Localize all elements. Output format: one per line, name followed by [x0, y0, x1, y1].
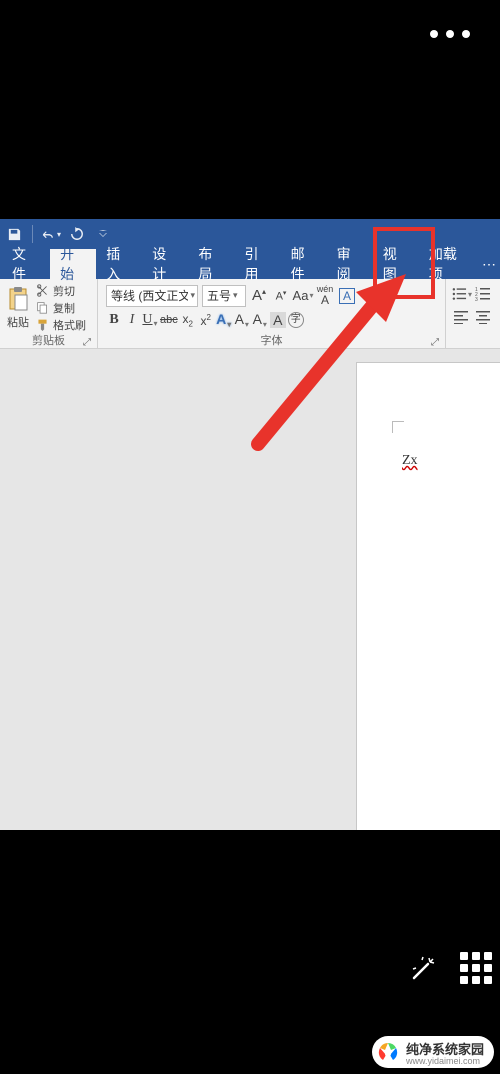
phonetic-guide-button[interactable]: wénA [316, 286, 334, 306]
text-effects-button[interactable]: A▾ [216, 311, 232, 330]
brush-icon [36, 318, 49, 331]
char-border-button[interactable]: A [338, 286, 356, 306]
margin-corner-mark [392, 421, 404, 433]
save-icon [7, 227, 22, 242]
numbering-icon: 123 [475, 287, 491, 301]
tab-home[interactable]: 开始 [50, 249, 96, 279]
chevron-down-icon [98, 229, 108, 239]
paste-button[interactable]: 粘贴 [4, 281, 32, 332]
scissors-icon [36, 284, 49, 297]
highlight-button[interactable]: A▾ [234, 311, 250, 330]
app-grid-button[interactable] [460, 952, 492, 984]
align-left-icon [454, 310, 470, 324]
document-canvas[interactable]: Zx [0, 349, 500, 830]
cut-label: 剪切 [53, 283, 75, 299]
bullets-icon [452, 287, 467, 301]
font-name-value: 等线 (西文正文) [111, 287, 188, 304]
copy-label: 复制 [53, 300, 75, 316]
paste-icon [7, 286, 29, 312]
format-painter-button[interactable]: 格式刷 [36, 317, 86, 332]
more-menu-dots[interactable] [430, 30, 470, 38]
tab-review[interactable]: 审阅 [327, 249, 373, 279]
redo-button[interactable] [67, 224, 87, 244]
tab-overflow[interactable]: ⋯ [478, 249, 500, 279]
phone-status-area [0, 0, 500, 219]
tab-layout[interactable]: 布局 [188, 249, 234, 279]
tab-view[interactable]: 视图 [373, 249, 419, 279]
tab-references[interactable]: 引用 [234, 249, 280, 279]
font-size-value: 五号 [207, 287, 231, 304]
grow-font-button[interactable]: A▴ [250, 286, 268, 306]
numbering-button[interactable]: 123 [473, 284, 493, 304]
tab-file[interactable]: 文件 [0, 249, 50, 279]
bold-button[interactable]: B [106, 312, 122, 328]
group-font: 等线 (西文正文)▾ 五号▾ A▴ A▾ Aa▾ wénA A B I U▾ a… [98, 279, 446, 348]
align-center-button[interactable] [473, 307, 493, 327]
copy-button[interactable]: 复制 [36, 300, 86, 315]
align-left-button[interactable] [452, 307, 472, 327]
shrink-font-button[interactable]: A▾ [272, 286, 290, 306]
watermark-url: www.yidaimei.com [406, 1056, 484, 1066]
font-name-combo[interactable]: 等线 (西文正文)▾ [106, 285, 198, 307]
font-size-combo[interactable]: 五号▾ [202, 285, 246, 307]
change-case-button[interactable]: Aa▾ [294, 286, 312, 306]
watermark-logo-icon [376, 1040, 400, 1064]
subscript-button[interactable]: x2 [180, 312, 196, 328]
ribbon-tabs: 文件 开始 插入 设计 布局 引用 邮件 审阅 视图 加载项 ⋯ [0, 249, 500, 279]
undo-icon [41, 227, 56, 241]
font-color-button[interactable]: A▾ [252, 311, 268, 330]
watermark-badge: 纯净系统家园 www.yidaimei.com [372, 1036, 494, 1068]
ribbon-home: 粘贴 剪切 复制 格式刷 [0, 279, 500, 349]
bullets-button[interactable]: ▾ [452, 284, 472, 304]
document-page[interactable]: Zx [357, 363, 500, 843]
redo-icon [69, 227, 85, 241]
format-painter-label: 格式刷 [53, 317, 86, 333]
tab-mailings[interactable]: 邮件 [281, 249, 327, 279]
strikethrough-button[interactable]: abc [160, 314, 178, 326]
underline-button[interactable]: U▾ [142, 312, 158, 329]
group-paragraph: ▾ 123 [446, 279, 500, 348]
italic-button[interactable]: I [124, 312, 140, 328]
superscript-button[interactable]: x2 [198, 313, 214, 328]
wand-icon [408, 954, 438, 984]
customize-qat-button[interactable] [93, 224, 113, 244]
clipboard-launcher[interactable]: ⤢ [83, 337, 91, 348]
copy-icon [36, 301, 49, 314]
svg-text:3: 3 [475, 297, 478, 301]
group-clipboard: 粘贴 剪切 复制 格式刷 [0, 279, 98, 348]
cut-button[interactable]: 剪切 [36, 283, 86, 298]
word-application: ▾ 文件 开始 插入 设计 布局 引用 邮件 审阅 视图 加载项 ⋯ 粘贴 [0, 219, 500, 830]
magic-wand-button[interactable] [408, 954, 438, 984]
align-center-icon [475, 310, 491, 324]
enclose-char-button[interactable]: 字 [288, 312, 304, 328]
save-button[interactable] [4, 224, 24, 244]
document-text[interactable]: Zx [402, 453, 418, 469]
char-shading-button[interactable]: A [270, 312, 286, 328]
group-label-font: 字体 [261, 332, 283, 348]
undo-button[interactable]: ▾ [41, 224, 61, 244]
tab-addins[interactable]: 加载项 [419, 249, 478, 279]
tab-insert[interactable]: 插入 [96, 249, 142, 279]
watermark-title: 纯净系统家园 [406, 1039, 484, 1058]
group-label-clipboard: 剪贴板 [32, 332, 65, 348]
tab-design[interactable]: 设计 [142, 249, 188, 279]
paste-label: 粘贴 [7, 314, 29, 330]
font-launcher[interactable]: ⤢ [431, 337, 439, 348]
